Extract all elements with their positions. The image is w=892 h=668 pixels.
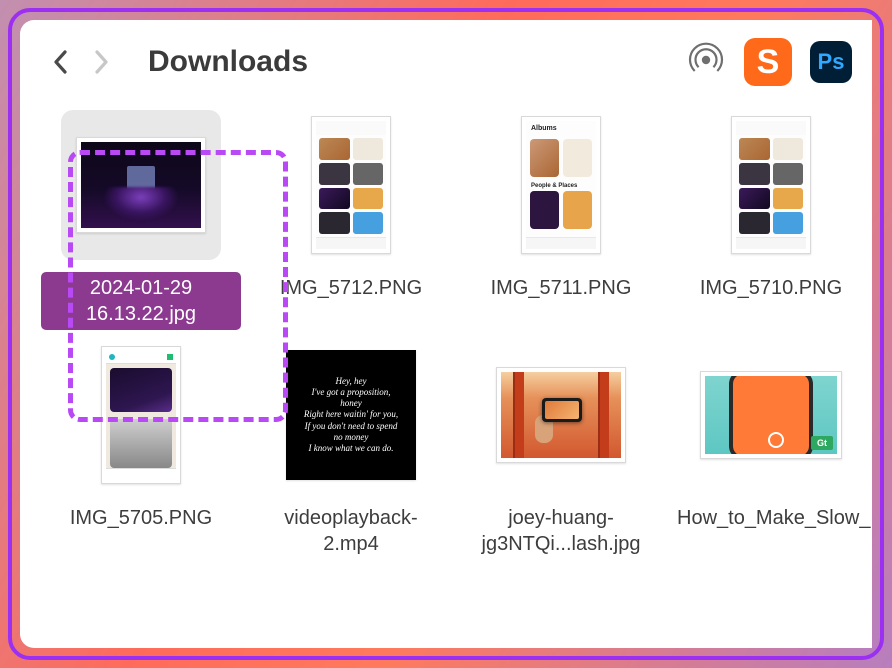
file-item[interactable]: joey-huang-jg3NTQi...lash.jpg [456,340,666,560]
thumb-torii-gates [501,372,621,458]
thumb-phone-library [316,121,386,249]
file-name: videoplayback-2.mp4 [251,502,451,560]
albums-header: Albums [526,121,596,139]
file-grid: 2024-01-29 16.13.22.jpg [20,100,872,560]
back-button[interactable] [48,49,74,75]
lyric-line: If you don't need to spend [305,421,398,432]
lyric-line: honey [340,398,362,409]
thumb-dark-room [81,142,201,228]
file-thumbnail [691,110,851,260]
file-item[interactable]: IMG_5710.PNG [666,110,872,304]
thumb-video-lyrics: Hey, hey I've got a proposition, honey R… [286,350,416,480]
file-item[interactable]: IMG_5705.PNG [36,340,246,534]
lyric-line: Hey, hey [336,376,367,387]
thumb-chat [106,351,176,479]
annotation-border: Downloads S Ps [8,8,884,660]
file-thumbnail [481,340,641,490]
lyric-line: no money [334,432,369,443]
file-name: IMG_5705.PNG [64,502,218,534]
thumb-phone-library [736,121,806,249]
forward-button[interactable] [88,49,114,75]
gt-badge: Gt [811,436,833,450]
lyric-line: I've got a proposition, [311,387,390,398]
chevron-right-icon [92,48,110,76]
photoshop-app-icon[interactable]: Ps [810,41,852,83]
airdrop-button[interactable] [686,40,726,85]
people-label: People & Places [526,181,596,191]
file-thumbnail [61,110,221,260]
lyric-line: I know what we can do. [309,443,394,454]
thumb-albums: Albums People & Places [526,121,596,249]
file-name: joey-huang-jg3NTQi...lash.jpg [461,502,661,560]
file-name: 2024-01-29 16.13.22.jpg [41,272,241,330]
finder-window: Downloads S Ps [20,20,872,648]
airdrop-icon [686,40,726,80]
lyric-line: Right here waitin' for you, [304,409,398,420]
photoshop-glyph: Ps [818,49,845,75]
thumb-slowmo-iphone: Gt [705,376,837,454]
toolbar: Downloads S Ps [20,20,872,100]
folder-title: Downloads [148,45,672,79]
file-item[interactable]: Hey, hey I've got a proposition, honey R… [246,340,456,560]
file-name: How_to_Make_Slow_Mo_...hone.jpg [671,502,871,534]
file-name: IMG_5712.PNG [274,272,428,304]
file-item[interactable]: IMG_5712.PNG [246,110,456,304]
file-thumbnail: Hey, hey I've got a proposition, honey R… [271,340,431,490]
file-item[interactable]: Albums People & Places IMG_5711.PNG [456,110,666,304]
file-thumbnail: Gt [691,340,851,490]
file-item[interactable]: Gt How_to_Make_Slow_Mo_...hone.jpg [666,340,872,534]
file-thumbnail: Albums People & Places [481,110,641,260]
file-thumbnail [271,110,431,260]
sogou-glyph: S [757,43,780,82]
file-item[interactable]: 2024-01-29 16.13.22.jpg [36,110,246,330]
sogou-app-icon[interactable]: S [744,38,792,86]
file-name: IMG_5711.PNG [485,272,638,304]
file-name: IMG_5710.PNG [694,272,848,304]
toolbar-icons: S Ps [686,38,848,86]
chevron-left-icon [52,48,70,76]
file-thumbnail [61,340,221,490]
